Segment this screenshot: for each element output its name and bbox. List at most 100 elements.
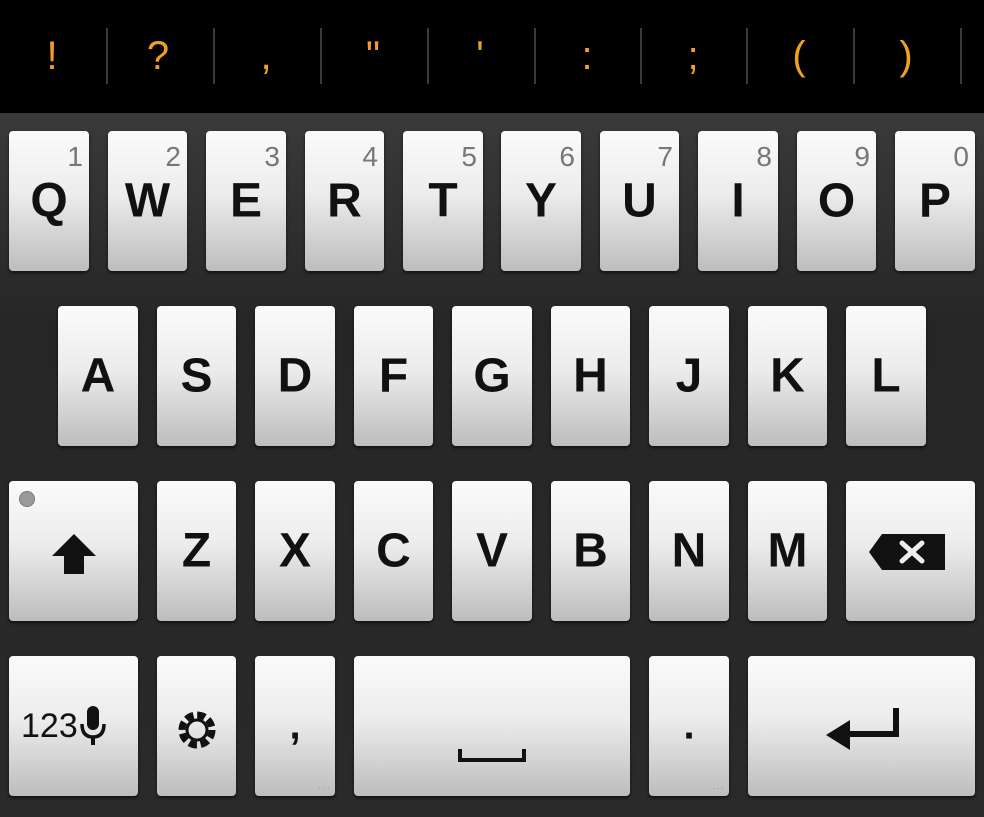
suggestion-semicolon[interactable]: ;	[643, 0, 743, 113]
symbols-voice-key[interactable]: 123	[9, 656, 138, 796]
key-k[interactable]: K	[748, 306, 827, 446]
suggestion-divider	[640, 28, 642, 84]
suggestion-divider	[746, 28, 748, 84]
key-n[interactable]: N	[649, 481, 729, 621]
key-label: C	[376, 524, 411, 578]
key-label: F	[378, 349, 409, 403]
key-label: ,	[289, 703, 301, 748]
key-label: A	[80, 349, 116, 403]
enter-return-icon	[826, 708, 899, 750]
key-u[interactable]: 7 U	[600, 131, 679, 271]
key-label: Q	[30, 174, 68, 228]
key-label: S	[180, 349, 213, 403]
key-label: G	[473, 349, 511, 403]
key-w[interactable]: 2 W	[108, 131, 187, 271]
key-label: D	[277, 349, 313, 403]
settings-key[interactable]	[157, 656, 236, 796]
key-d[interactable]: D	[255, 306, 335, 446]
suggestion-exclamation[interactable]: !	[2, 0, 102, 113]
space-bar[interactable]	[354, 656, 630, 796]
key-i[interactable]: 8 I	[698, 131, 778, 271]
suggestion-comma[interactable]: ,	[216, 0, 316, 113]
key-r[interactable]: 4 R	[305, 131, 384, 271]
suggestion-divider	[534, 28, 536, 84]
key-hint: 1	[67, 141, 83, 172]
key-label: H	[573, 349, 608, 403]
key-o[interactable]: 9 O	[797, 131, 876, 271]
key-e[interactable]: 3 E	[206, 131, 286, 271]
key-label: J	[675, 349, 703, 403]
backspace-icon	[869, 534, 945, 570]
shift-arrow-icon	[52, 534, 96, 574]
key-label: R	[327, 174, 362, 228]
suggestion-divider	[853, 28, 855, 84]
shift-key[interactable]	[9, 481, 138, 621]
space-bar-icon	[458, 749, 526, 762]
key-h[interactable]: H	[551, 306, 630, 446]
suggestion-divider	[960, 28, 962, 84]
suggestion-double-quote[interactable]: "	[323, 0, 423, 113]
key-hint: 9	[854, 141, 870, 172]
microphone-icon	[79, 706, 106, 745]
symbols-label: 123	[21, 706, 78, 745]
more-keys-dots: ···	[712, 783, 725, 794]
comma-key[interactable]: , ···	[255, 656, 335, 796]
key-j[interactable]: J	[649, 306, 729, 446]
key-label: W	[124, 174, 171, 228]
suggestion-question[interactable]: ?	[108, 0, 208, 113]
key-p[interactable]: 0 P	[895, 131, 975, 271]
key-g[interactable]: G	[452, 306, 532, 446]
key-hint: 7	[657, 141, 673, 172]
key-label: K	[770, 349, 805, 403]
key-s[interactable]: S	[157, 306, 236, 446]
key-label: Z	[181, 524, 212, 578]
key-label: V	[475, 524, 508, 578]
key-z[interactable]: Z	[157, 481, 236, 621]
key-hint: 6	[559, 141, 575, 172]
key-hint: 5	[461, 141, 477, 172]
key-a[interactable]: A	[58, 306, 138, 446]
key-f[interactable]: F	[354, 306, 433, 446]
key-hint: 4	[362, 141, 378, 172]
key-b[interactable]: B	[551, 481, 630, 621]
settings-gear-icon	[178, 711, 216, 749]
key-x[interactable]: X	[255, 481, 335, 621]
key-label: U	[622, 174, 657, 228]
key-label: Y	[524, 174, 557, 228]
key-label: N	[671, 524, 707, 578]
key-label: I	[731, 174, 745, 228]
key-label: L	[871, 349, 901, 403]
backspace-key[interactable]	[846, 481, 975, 621]
caps-lock-indicator	[19, 491, 35, 507]
key-hint: 0	[953, 141, 969, 172]
suggestion-strip: ! ? , " ' : ; ( )	[0, 0, 984, 113]
key-c[interactable]: C	[354, 481, 433, 621]
key-hint: 2	[165, 141, 181, 172]
key-label: P	[918, 174, 951, 228]
suggestion-divider	[320, 28, 322, 84]
key-label: M	[767, 524, 808, 578]
suggestion-apostrophe[interactable]: '	[430, 0, 530, 113]
key-label: .	[683, 703, 695, 748]
key-t[interactable]: 5 T	[403, 131, 483, 271]
key-y[interactable]: 6 Y	[501, 131, 581, 271]
suggestion-divider	[213, 28, 215, 84]
key-v[interactable]: V	[452, 481, 532, 621]
key-l[interactable]: L	[846, 306, 926, 446]
key-q[interactable]: 1 Q	[9, 131, 89, 271]
suggestion-colon[interactable]: :	[537, 0, 637, 113]
key-hint: 3	[264, 141, 280, 172]
enter-key[interactable]	[748, 656, 975, 796]
key-label: B	[573, 524, 608, 578]
suggestion-open-paren[interactable]: (	[749, 0, 849, 113]
keyboard: 1 Q 2 W 3 E 4 R 5 T 6 Y 7 U 8 I 9 O 0 P …	[0, 113, 984, 817]
key-label: O	[817, 174, 856, 228]
key-label: E	[229, 174, 262, 228]
key-label: X	[278, 524, 311, 578]
suggestion-close-paren[interactable]: )	[856, 0, 956, 113]
more-keys-dots: ···	[318, 783, 331, 794]
symbols-voice-content: 123	[21, 704, 106, 748]
key-hint: 8	[756, 141, 772, 172]
period-key[interactable]: . ···	[649, 656, 729, 796]
key-m[interactable]: M	[748, 481, 827, 621]
